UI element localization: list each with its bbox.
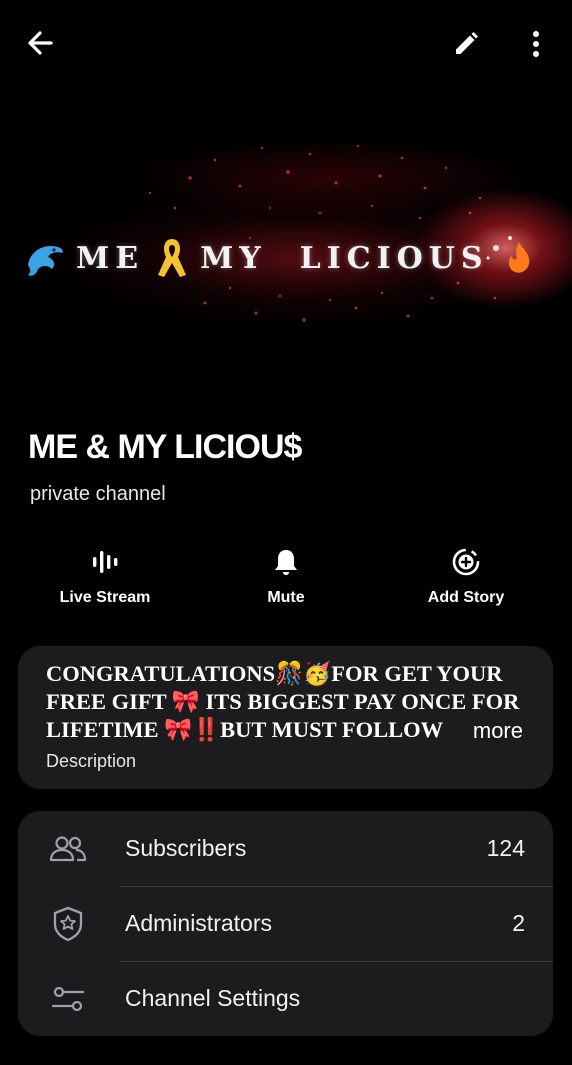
cover-word-licious: LICIOUS bbox=[299, 240, 489, 276]
awareness-ribbon-icon bbox=[158, 239, 187, 277]
users-icon bbox=[49, 835, 87, 861]
administrators-label: Administrators bbox=[125, 910, 272, 936]
live-stream-icon bbox=[93, 551, 118, 573]
add-story-button[interactable]: Add Story bbox=[376, 545, 556, 615]
cover-banner-text: ME MY LICIOUS bbox=[22, 228, 552, 288]
add-story-icon bbox=[452, 548, 480, 576]
cover-word-me: ME bbox=[76, 240, 145, 276]
live-stream-button[interactable]: Live Stream bbox=[15, 545, 195, 615]
fire-icon bbox=[508, 242, 529, 273]
shield-star-icon bbox=[53, 906, 83, 941]
channel-info-list: Subscribers 124 Administrators 2 Channel… bbox=[18, 811, 553, 1036]
subscribers-label: Subscribers bbox=[125, 835, 247, 861]
mute-button[interactable]: Mute bbox=[196, 545, 376, 615]
channel-title: ME & MY LICIOU$ bbox=[28, 428, 302, 466]
live-stream-label: Live Stream bbox=[59, 589, 151, 606]
add-story-label: Add Story bbox=[427, 589, 505, 606]
subscribers-row[interactable]: Subscribers 124 bbox=[18, 811, 553, 886]
pencil-icon bbox=[456, 32, 478, 54]
channel-actions: Live Stream Mute Add Story bbox=[0, 545, 572, 615]
channel-info-screen: ME MY LICIOUS ME & MY LICIOU$ private ch… bbox=[0, 0, 572, 1065]
administrators-row[interactable]: Administrators 2 bbox=[18, 886, 553, 961]
mute-label: Mute bbox=[267, 589, 305, 606]
arrow-left-icon bbox=[28, 31, 53, 55]
description-card[interactable]: CONGRATULATIONS🎊🥳FOR GET YOUR FREE GIFT … bbox=[18, 646, 553, 789]
back-button[interactable] bbox=[20, 26, 60, 60]
more-options-button[interactable] bbox=[516, 24, 556, 64]
subscribers-count: 124 bbox=[486, 835, 525, 861]
channel-cover-image: ME MY LICIOUS bbox=[0, 88, 572, 408]
bell-icon bbox=[275, 550, 297, 575]
channel-settings-label: Channel Settings bbox=[125, 985, 301, 1011]
edit-button[interactable] bbox=[446, 26, 486, 62]
channel-settings-row[interactable]: Channel Settings bbox=[18, 961, 553, 1036]
dolphin-icon bbox=[28, 245, 63, 276]
description-label: Description bbox=[46, 751, 137, 771]
sliders-icon bbox=[51, 986, 85, 1011]
top-bar bbox=[0, 0, 572, 88]
cover-word-my: MY bbox=[200, 240, 300, 276]
description-more-link[interactable]: more bbox=[450, 718, 523, 744]
channel-type-label: private channel bbox=[30, 483, 166, 505]
administrators-count: 2 bbox=[512, 910, 525, 936]
more-vertical-icon bbox=[533, 31, 539, 57]
